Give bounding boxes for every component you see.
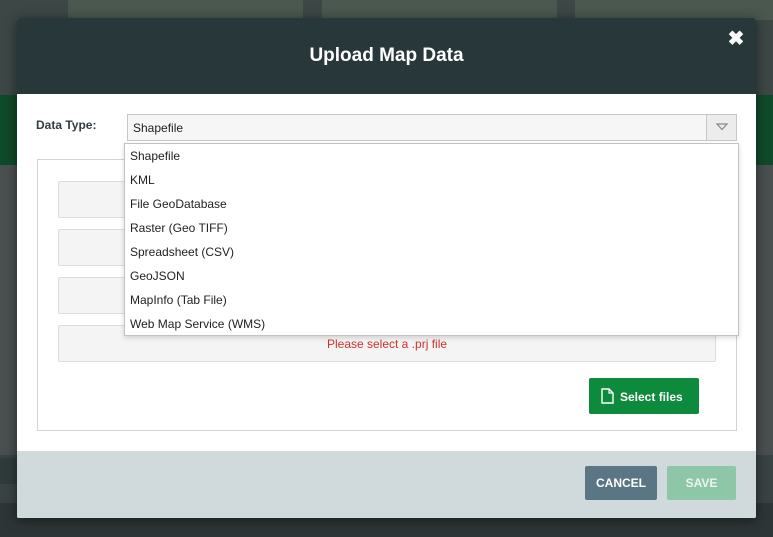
prj-error-message: Please select a .prj file [326, 337, 448, 351]
background-tile [322, 0, 557, 20]
option-kml[interactable]: KML [125, 168, 738, 192]
modal-header: Upload Map Data ✖ [17, 18, 756, 94]
option-raster-geotiff[interactable]: Raster (Geo TIFF) [125, 216, 738, 240]
modal-footer: CANCEL SAVE [17, 451, 756, 518]
option-geojson[interactable]: GeoJSON [125, 264, 738, 288]
upload-map-data-modal: Upload Map Data ✖ Data Type: Shapefile P… [17, 18, 756, 518]
option-spreadsheet-csv[interactable]: Spreadsheet (CSV) [125, 240, 738, 264]
option-mapinfo-tab[interactable]: MapInfo (Tab File) [125, 288, 738, 312]
select-files-label: Select files [620, 390, 683, 404]
chevron-down-icon [716, 123, 728, 131]
save-button[interactable]: SAVE [667, 466, 736, 500]
data-type-dropdown-list: Shapefile KML File GeoDatabase Raster (G… [124, 143, 739, 336]
modal-title: Upload Map Data [309, 45, 464, 66]
background-tile [575, 0, 773, 20]
data-type-select[interactable]: Shapefile [127, 114, 737, 141]
option-wms[interactable]: Web Map Service (WMS) [125, 312, 738, 336]
background-chip [0, 458, 18, 484]
file-icon [601, 388, 614, 404]
data-type-label: Data Type: [36, 118, 97, 132]
background-tile [68, 0, 303, 20]
dropdown-arrow-button[interactable] [706, 115, 736, 140]
option-shapefile[interactable]: Shapefile [125, 144, 738, 168]
cancel-button[interactable]: CANCEL [585, 466, 657, 500]
data-type-selected-value: Shapefile [133, 121, 184, 135]
close-button[interactable]: ✖ [726, 29, 746, 49]
option-file-geodatabase[interactable]: File GeoDatabase [125, 192, 738, 216]
select-files-button[interactable]: Select files [589, 378, 699, 414]
close-icon[interactable]: ✖ [728, 28, 745, 50]
